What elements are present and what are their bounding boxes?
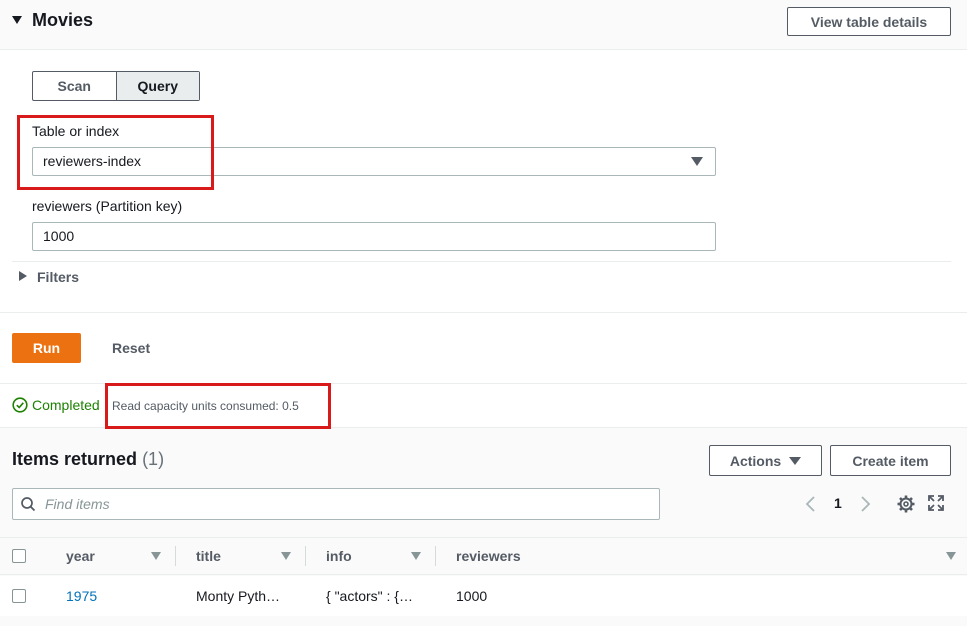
column-divider[interactable] <box>305 546 306 566</box>
select-all-checkbox[interactable] <box>12 549 26 563</box>
partition-key-label: reviewers (Partition key) <box>32 198 183 214</box>
sort-icon[interactable] <box>151 552 161 560</box>
find-items-placeholder: Find items <box>45 496 110 512</box>
sort-icon[interactable] <box>411 552 421 560</box>
gear-icon[interactable] <box>896 494 916 514</box>
success-check-icon <box>12 397 28 413</box>
chevron-left-icon[interactable] <box>804 495 818 513</box>
items-returned-label: Items returned <box>12 449 138 469</box>
actions-label: Actions <box>729 452 782 469</box>
current-page-number[interactable]: 1 <box>834 495 842 511</box>
cell-year-link[interactable]: 1975 <box>66 588 97 604</box>
column-divider[interactable] <box>175 546 176 566</box>
section-divider <box>0 312 967 313</box>
tab-scan[interactable]: Scan <box>33 72 116 100</box>
chevron-right-icon[interactable] <box>858 495 872 513</box>
column-header-title[interactable]: title <box>196 548 221 564</box>
search-icon <box>21 497 36 512</box>
items-count: (1) <box>142 449 165 469</box>
collapse-caret-icon[interactable] <box>12 16 22 24</box>
scan-query-toggle: Scan Query <box>32 71 200 101</box>
create-item-button[interactable]: Create item <box>830 445 951 476</box>
chevron-down-icon <box>789 456 802 465</box>
cell-info: { "actors" : {… <box>326 588 413 604</box>
run-button[interactable]: Run <box>12 333 81 363</box>
sort-icon[interactable] <box>946 552 956 560</box>
reset-button[interactable]: Reset <box>112 340 150 356</box>
partition-key-value: 1000 <box>43 228 75 244</box>
status-completed: Completed <box>32 397 100 413</box>
sort-icon[interactable] <box>281 552 291 560</box>
column-header-info[interactable]: info <box>326 548 352 564</box>
highlight-box-rcu <box>105 383 331 429</box>
divider <box>12 261 951 262</box>
items-returned-title: Items returned (1) <box>12 449 164 470</box>
actions-button[interactable]: Actions <box>709 445 822 476</box>
row-select-checkbox[interactable] <box>12 589 26 603</box>
table-title: Movies <box>32 10 94 30</box>
column-header-reviewers[interactable]: reviewers <box>456 548 521 564</box>
fullscreen-icon[interactable] <box>927 494 945 512</box>
column-divider[interactable] <box>435 546 436 566</box>
dropdown-caret-icon <box>691 157 703 166</box>
tab-query[interactable]: Query <box>115 72 199 100</box>
cell-reviewers: 1000 <box>456 588 488 604</box>
highlight-box-table-or-index <box>17 115 214 190</box>
column-header-year[interactable]: year <box>66 548 95 564</box>
cell-title: Monty Pyth… <box>196 588 281 604</box>
partition-key-input[interactable] <box>32 222 716 251</box>
filters-toggle[interactable]: Filters <box>37 269 79 285</box>
view-table-details-button[interactable]: View table details <box>787 7 951 36</box>
expand-caret-icon[interactable] <box>19 271 27 281</box>
